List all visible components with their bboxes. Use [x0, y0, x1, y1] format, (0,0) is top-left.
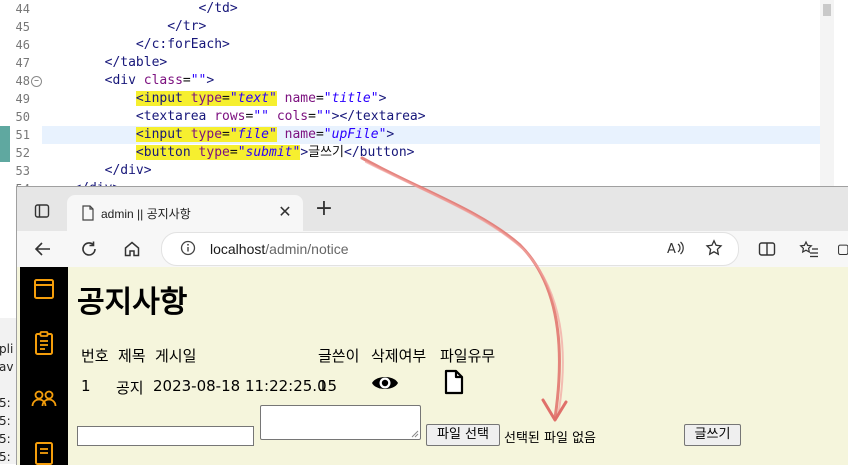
code-line-current[interactable]: <input type="file" name="upFile"> — [42, 126, 820, 144]
code-line[interactable]: <div class=""> — [42, 72, 820, 90]
line-number-gutter: 44 45 46 47 48 − 49 50 51 52 53 54 — [0, 0, 42, 196]
line-number: 46 — [15, 38, 30, 52]
line-number: 49 — [15, 92, 30, 106]
background-window-fragment: pli av 5: 5: 5: 5: — [0, 318, 16, 464]
file-select-button[interactable]: 파일 선택 — [426, 424, 500, 446]
tab-actions-icon[interactable] — [27, 196, 57, 226]
code-line[interactable]: <textarea rows="" cols=""></textarea> — [42, 108, 820, 126]
sidebar — [20, 267, 68, 465]
line-number: 45 — [15, 20, 30, 34]
fragment-text: pli — [0, 342, 14, 356]
close-icon[interactable]: ✕ — [275, 202, 295, 222]
address-bar[interactable]: localhost/admin/notice A — [161, 232, 739, 266]
navigation-bar: localhost/admin/notice A — [17, 231, 848, 267]
collections-icon[interactable] — [837, 235, 848, 263]
url-host: localhost — [210, 241, 266, 257]
header-title: 제목 — [118, 347, 146, 365]
editor-scrollbar[interactable] — [820, 0, 834, 190]
back-arrow-icon[interactable] — [29, 235, 57, 263]
tab-notice[interactable]: admin || 공지사항 ✕ — [67, 195, 303, 231]
fold-toggle-icon[interactable]: − — [31, 76, 42, 87]
users-icon[interactable] — [26, 381, 62, 417]
header-number: 번호 — [81, 347, 109, 365]
split-screen-icon[interactable] — [753, 235, 781, 263]
favorites-list-icon[interactable] — [795, 235, 823, 263]
reload-icon[interactable] — [75, 235, 103, 263]
header-deleted: 삭제여부 — [371, 347, 427, 365]
tab-strip: admin || 공지사항 ✕ + — [17, 187, 848, 231]
header-file: 파일유무 — [440, 347, 496, 365]
content-textarea[interactable] — [260, 405, 421, 440]
window-icon[interactable] — [26, 271, 62, 307]
star-icon[interactable] — [700, 234, 728, 262]
line-number: 47 — [15, 56, 30, 70]
code-line[interactable]: <button type="submit">글쓰기</button> — [42, 144, 820, 162]
title-input[interactable] — [77, 426, 254, 446]
document-icon[interactable] — [26, 435, 62, 471]
code-line[interactable]: </tr> — [42, 18, 820, 36]
header-author: 글쓴이 — [318, 347, 360, 365]
page-title: 공지사항 — [77, 285, 188, 320]
line-number: 51 — [15, 128, 30, 142]
cell-date: 2023-08-18 11:22:25.0 — [153, 377, 327, 395]
cell-number: 1 — [81, 377, 91, 395]
svg-text:A: A — [667, 242, 676, 256]
eye-icon[interactable] — [371, 371, 399, 395]
fragment-text: 5: — [0, 396, 11, 410]
page-content: 공지사항 번호 제목 게시일 글쓴이 삭제여부 파일유무 1 공지 2023-0… — [17, 267, 848, 465]
code-line[interactable]: </td> — [42, 0, 820, 18]
page-icon — [73, 198, 103, 228]
code-line[interactable]: <input type="text" name="title"> — [42, 90, 820, 108]
scrollbar-thumb[interactable] — [823, 4, 831, 16]
code-line[interactable]: </div> — [42, 162, 820, 180]
code-line[interactable]: </table> — [42, 54, 820, 72]
fragment-text: av — [0, 360, 14, 374]
header-date: 게시일 — [155, 347, 197, 365]
file-icon[interactable] — [443, 369, 465, 395]
line-number: 52 — [15, 146, 30, 160]
browser-window: admin || 공지사항 ✕ + localhost/admin/notice… — [16, 186, 848, 465]
fragment-text: 5: — [0, 450, 11, 464]
cell-author: 15 — [318, 377, 338, 395]
fragment-text: 5: — [0, 432, 11, 446]
tab-title: admin || 공지사항 — [101, 207, 191, 221]
code-editor[interactable]: 44 45 46 47 48 − 49 50 51 52 53 54 </td>… — [0, 0, 848, 196]
url-path: /admin/notice — [265, 241, 349, 257]
info-icon[interactable] — [174, 234, 202, 262]
line-number: 44 — [15, 2, 30, 16]
code-line[interactable]: </c:forEach> — [42, 36, 820, 54]
fragment-text: 5: — [0, 414, 11, 428]
home-icon[interactable] — [118, 235, 146, 263]
line-number: 50 — [15, 110, 30, 124]
file-status-text: 선택된 파일 없음 — [504, 431, 596, 446]
submit-button[interactable]: 글쓰기 — [684, 424, 741, 446]
line-number: 53 — [15, 164, 30, 178]
plus-icon[interactable]: + — [311, 197, 337, 223]
cell-title[interactable]: 공지 — [116, 377, 144, 398]
clipboard-icon[interactable] — [26, 325, 62, 361]
url-text[interactable]: localhost/admin/notice — [210, 241, 349, 257]
read-aloud-icon[interactable]: A — [662, 234, 690, 262]
line-number: 48 — [15, 74, 30, 88]
